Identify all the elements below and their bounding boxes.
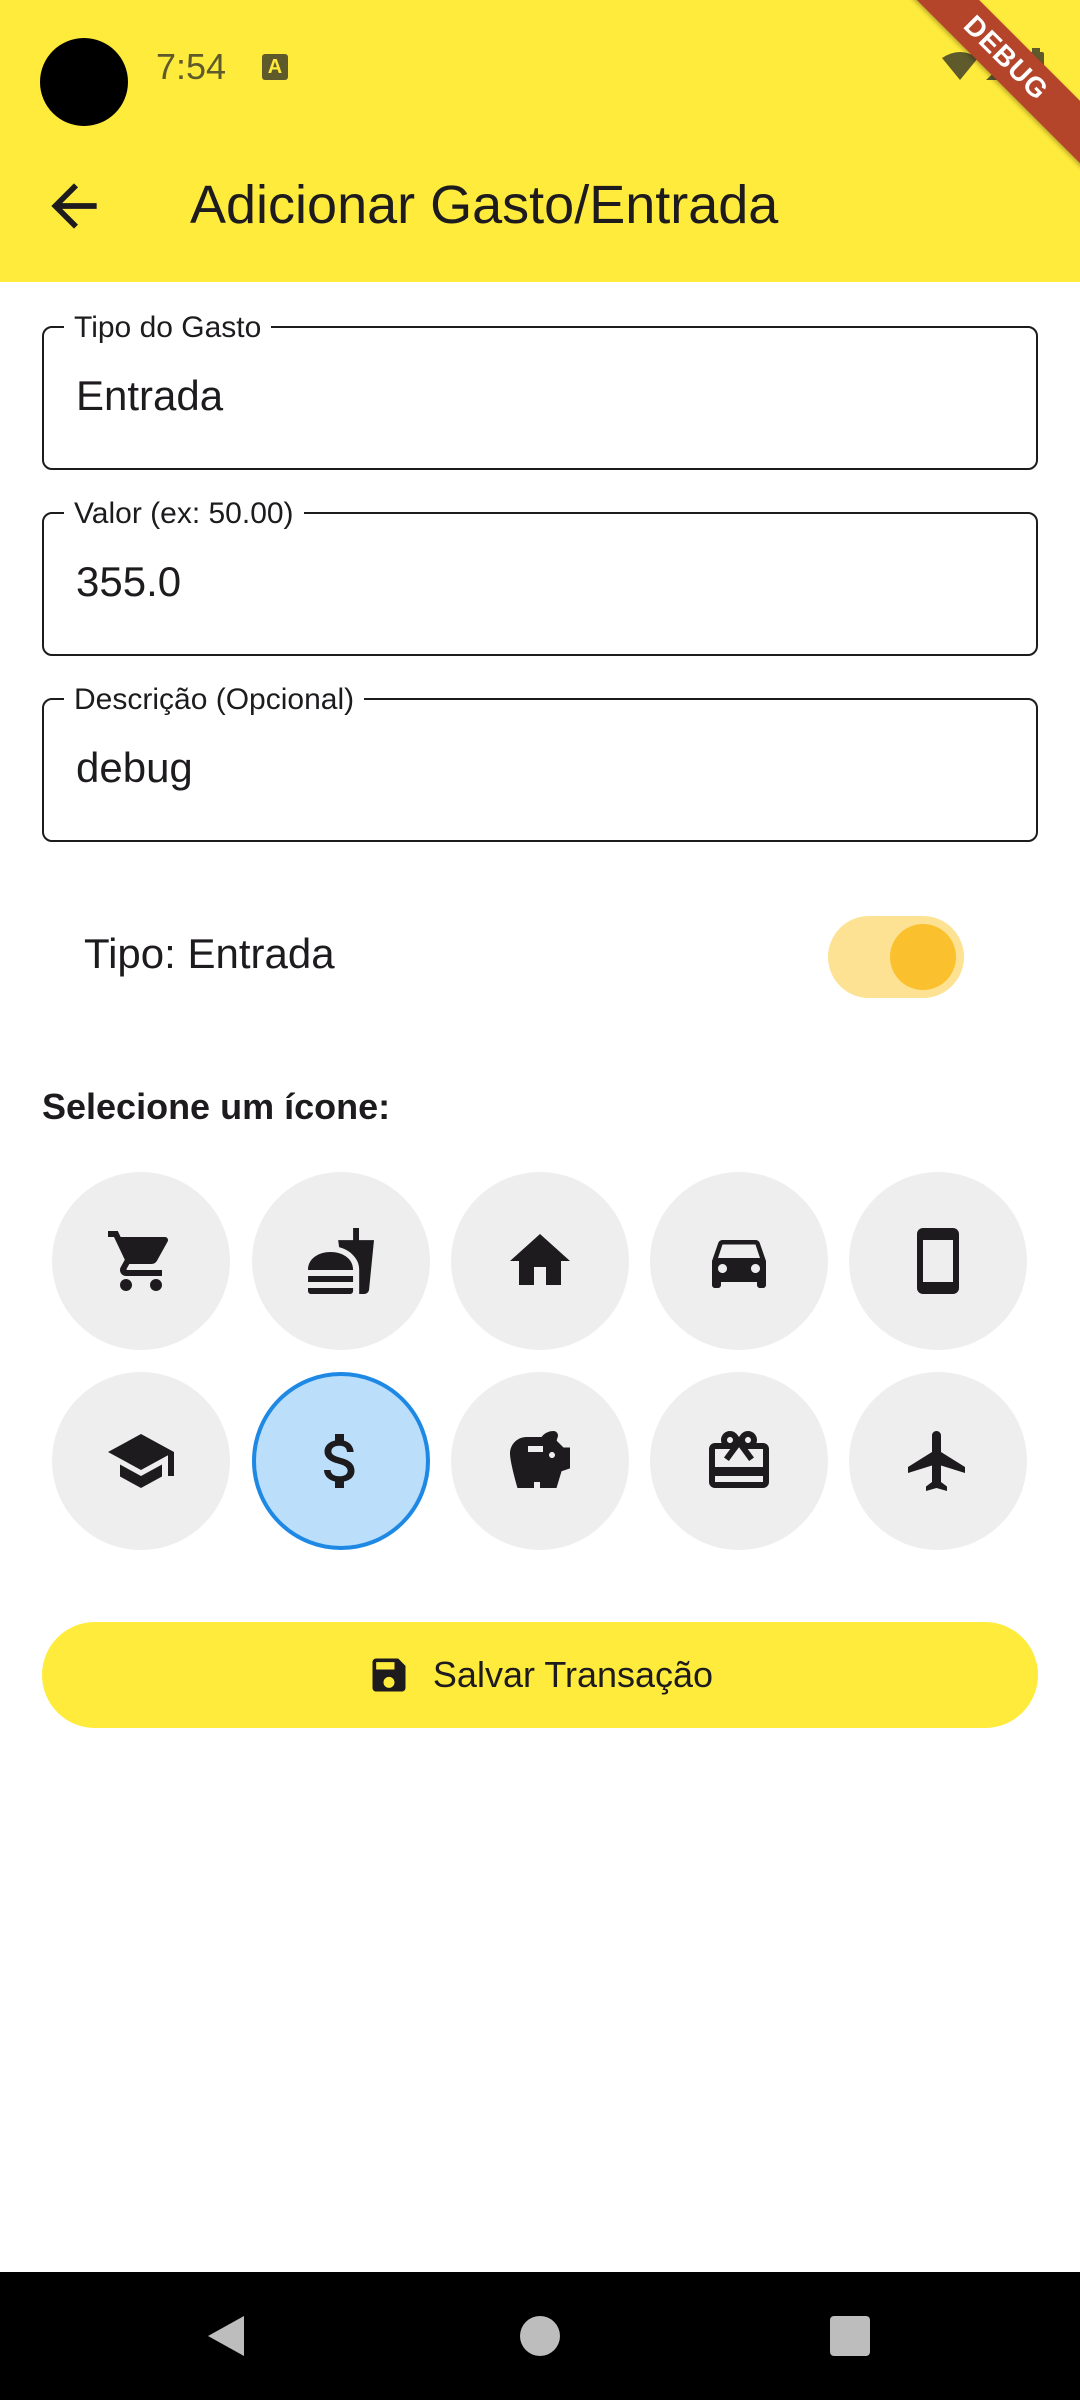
save-button[interactable]: Salvar Transação <box>42 1622 1038 1728</box>
app-bar: 7:54 A DEBUG Adicionar Gasto/Entrada <box>0 0 1080 282</box>
smartphone-icon <box>917 1228 959 1294</box>
description-value: debug <box>76 744 193 791</box>
save-icon <box>372 1658 406 1692</box>
airplane-icon <box>908 1431 965 1491</box>
icon-picker-heading: Selecione um ícone: <box>42 1086 391 1127</box>
icon-option-piggy-bank[interactable] <box>451 1372 629 1550</box>
arrow-back-icon <box>51 183 97 229</box>
notification-icon: A <box>262 54 288 80</box>
camera-cutout <box>40 38 128 126</box>
expense-type-value: Entrada <box>76 372 224 419</box>
icon-option-fastfood[interactable] <box>252 1172 430 1350</box>
nav-back-icon[interactable] <box>204 2312 248 2360</box>
car-icon <box>712 1240 766 1288</box>
home-icon <box>510 1234 570 1285</box>
icon-option-gift-card[interactable] <box>650 1372 828 1550</box>
icon-option-airplane[interactable] <box>849 1372 1027 1550</box>
icon-option-shopping-cart[interactable] <box>52 1172 230 1350</box>
icon-option-school[interactable] <box>52 1372 230 1550</box>
nav-recents-icon[interactable] <box>830 2316 870 2356</box>
type-toggle-label: Tipo: Entrada <box>84 930 335 977</box>
amount-value: 355.0 <box>76 558 182 605</box>
description-label: Descrição (Opcional) <box>64 682 365 718</box>
amount-field[interactable]: Valor (ex: 50.00) 355.0 <box>42 496 1038 656</box>
school-icon <box>108 1434 174 1488</box>
status-time: 7:54 <box>156 46 227 87</box>
amount-label: Valor (ex: 50.00) <box>64 496 304 532</box>
icon-option-home[interactable] <box>451 1172 629 1350</box>
page-title: Adicionar Gasto/Entrada <box>190 175 779 235</box>
icon-option-dollar[interactable] <box>252 1372 430 1550</box>
fastfood-icon <box>308 1228 374 1294</box>
icon-option-smartphone[interactable] <box>849 1172 1027 1350</box>
dollar-icon <box>323 1434 355 1488</box>
piggy-bank-icon <box>510 1431 570 1488</box>
back-button[interactable] <box>40 172 108 240</box>
system-nav-bar <box>0 2272 1080 2400</box>
save-button-label: Salvar Transação <box>432 1654 714 1695</box>
expense-type-field[interactable]: Tipo do Gasto Entrada <box>42 310 1038 470</box>
description-field[interactable]: Descrição (Opcional) debug <box>42 682 1038 842</box>
icon-option-car[interactable] <box>650 1172 828 1350</box>
expense-type-label: Tipo do Gasto <box>64 310 272 346</box>
gift-card-icon <box>709 1431 769 1488</box>
nav-home-icon[interactable] <box>520 2316 560 2356</box>
shopping-cart-icon <box>108 1231 169 1291</box>
type-toggle-thumb[interactable] <box>890 924 956 990</box>
